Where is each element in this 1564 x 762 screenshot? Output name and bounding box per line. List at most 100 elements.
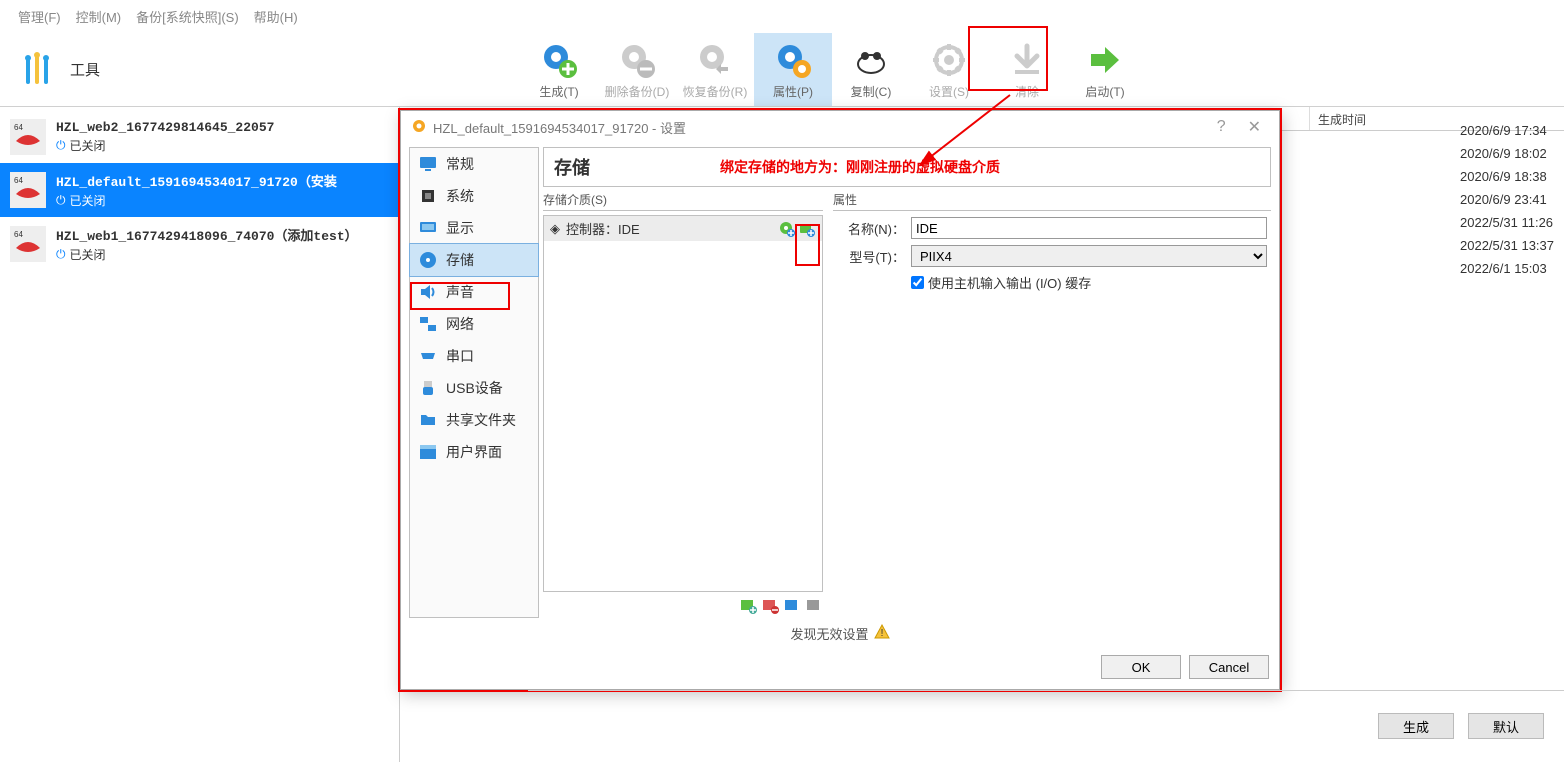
folder-icon bbox=[418, 410, 438, 430]
power-icon: ⏻ bbox=[56, 247, 66, 262]
disk-icon bbox=[418, 250, 438, 270]
tb-delete[interactable]: 删除备份(D) bbox=[598, 33, 676, 106]
svg-text:64: 64 bbox=[14, 176, 23, 185]
cat-general[interactable]: 常规 bbox=[410, 148, 538, 180]
tb-clone[interactable]: 复制(C) bbox=[832, 33, 910, 106]
speaker-icon bbox=[418, 282, 438, 302]
vm-item[interactable]: 64 HZL_web2_1677429814645_22057 ⏻ 已关闭 bbox=[0, 111, 399, 163]
menu-help[interactable]: 帮助(H) bbox=[254, 7, 298, 26]
cat-audio[interactable]: 声音 bbox=[410, 276, 538, 308]
redhat-icon: 64 bbox=[10, 119, 46, 155]
cat-ui[interactable]: 用户界面 bbox=[410, 436, 538, 468]
attributes-panel: 属性 名称(N)： 型号(T)：PIIX4 使用主机输入输出 (I/O) 缓存 bbox=[833, 191, 1271, 618]
menu-manage[interactable]: 管理(F) bbox=[18, 7, 61, 26]
svg-text:!: ! bbox=[880, 628, 883, 639]
warning-icon: ! bbox=[874, 624, 890, 643]
add-optical-icon[interactable] bbox=[778, 220, 796, 238]
remove-attachment-icon[interactable] bbox=[805, 596, 823, 614]
svg-text:64: 64 bbox=[14, 123, 23, 132]
controller-label: 控制器：IDE bbox=[566, 219, 640, 238]
storage-header: 存储 绑定存储的地方为：刚刚注册的虚拟硬盘介质 bbox=[543, 147, 1271, 187]
default-button[interactable]: 默认 bbox=[1468, 713, 1544, 739]
category-list: 常规 系统 显示 存储 声音 网络 串口 USB设备 共享文件夹 用户界面 bbox=[409, 147, 539, 618]
cat-display[interactable]: 显示 bbox=[410, 212, 538, 244]
storage-title: 存储 bbox=[554, 154, 590, 180]
time-value: 2022/5/31 11:26 bbox=[1460, 212, 1554, 234]
vm-status: 已关闭 bbox=[70, 246, 106, 263]
usb-icon bbox=[418, 378, 438, 398]
help-button[interactable]: ? bbox=[1209, 118, 1234, 136]
content-area: 存储 绑定存储的地方为：刚刚注册的虚拟硬盘介质 存储介质(S) ◈ 控制器：ID… bbox=[543, 147, 1271, 618]
cat-system[interactable]: 系统 bbox=[410, 180, 538, 212]
model-select[interactable]: PIIX4 bbox=[911, 245, 1267, 267]
vm-name: HZL_default_1591694534017_91720（安装 bbox=[56, 171, 337, 190]
toolbar-row: 工具 生成(T) 删除备份(D) 恢复备份(R) 属性(P) 复制(C) 设置(… bbox=[0, 33, 1564, 107]
ok-button[interactable]: OK bbox=[1101, 655, 1181, 679]
add-attachment-icon[interactable] bbox=[783, 596, 801, 614]
media-tree[interactable]: ◈ 控制器：IDE bbox=[543, 215, 823, 592]
cancel-button[interactable]: Cancel bbox=[1189, 655, 1269, 679]
tb-properties[interactable]: 属性(P) bbox=[754, 33, 832, 106]
vm-name: HZL_web1_1677429418096_74070（添加test） bbox=[56, 225, 358, 244]
dialog-status: 发现无效设置 ! bbox=[401, 618, 1279, 649]
ui-icon bbox=[418, 442, 438, 462]
serial-icon bbox=[418, 346, 438, 366]
dialog-title: HZL_default_1591694534017_91720 - 设置 bbox=[433, 118, 686, 137]
cat-network[interactable]: 网络 bbox=[410, 308, 538, 340]
times-column: 2020/6/9 17:34 2020/6/9 18:02 2020/6/9 1… bbox=[1460, 120, 1554, 281]
model-label: 型号(T)： bbox=[837, 247, 905, 266]
vm-status: 已关闭 bbox=[70, 192, 106, 209]
vm-item[interactable]: 64 HZL_web1_1677429418096_74070（添加test） ⏻… bbox=[0, 217, 399, 271]
time-value: 2020/6/9 18:38 bbox=[1460, 166, 1554, 188]
controller-row[interactable]: ◈ 控制器：IDE bbox=[544, 216, 822, 241]
controller-icon: ◈ bbox=[550, 221, 560, 237]
cat-usb[interactable]: USB设备 bbox=[410, 372, 538, 404]
svg-text:64: 64 bbox=[14, 230, 23, 239]
remove-controller-icon[interactable] bbox=[761, 596, 779, 614]
cache-label: 使用主机输入输出 (I/O) 缓存 bbox=[928, 273, 1091, 292]
tb-restore[interactable]: 恢复备份(R) bbox=[676, 33, 754, 106]
vm-status: 已关闭 bbox=[70, 137, 106, 154]
menu-bar: 管理(F) 控制(M) 备份[系统快照](S) 帮助(H) bbox=[0, 0, 1564, 33]
redhat-icon: 64 bbox=[10, 172, 46, 208]
tb-settings[interactable]: 设置(S) bbox=[910, 33, 988, 106]
power-icon: ⏻ bbox=[56, 193, 66, 208]
attr-label: 属性 bbox=[833, 191, 1271, 210]
media-toolbar bbox=[543, 592, 823, 618]
footer-buttons: 生成 默认 bbox=[1378, 713, 1544, 739]
menu-control[interactable]: 控制(M) bbox=[76, 7, 122, 26]
name-input[interactable] bbox=[911, 217, 1267, 239]
chip-icon bbox=[418, 186, 438, 206]
close-button[interactable]: ✕ bbox=[1240, 117, 1269, 137]
cat-storage[interactable]: 存储 bbox=[410, 244, 538, 276]
time-value: 2022/6/1 15:03 bbox=[1460, 258, 1554, 280]
media-label: 存储介质(S) bbox=[543, 191, 823, 210]
tools-section: 工具 bbox=[0, 33, 520, 106]
generate-button[interactable]: 生成 bbox=[1378, 713, 1454, 739]
menu-snapshot[interactable]: 备份[系统快照](S) bbox=[136, 7, 239, 26]
cat-shared[interactable]: 共享文件夹 bbox=[410, 404, 538, 436]
time-value: 2020/6/9 23:41 bbox=[1460, 189, 1554, 211]
cache-checkbox[interactable] bbox=[911, 276, 924, 289]
toolbar: 生成(T) 删除备份(D) 恢复备份(R) 属性(P) 复制(C) 设置(S) … bbox=[520, 33, 1144, 106]
tb-start[interactable]: 启动(T) bbox=[1066, 33, 1144, 106]
redhat-icon: 64 bbox=[10, 226, 46, 262]
vm-item-selected[interactable]: 64 HZL_default_1591694534017_91720（安装 ⏻ 已关… bbox=[0, 163, 399, 217]
dialog-buttons: OK Cancel bbox=[401, 649, 1279, 689]
vm-name: HZL_web2_1677429814645_22057 bbox=[56, 120, 274, 135]
settings-dialog: HZL_default_1591694534017_91720 - 设置 ? ✕… bbox=[400, 110, 1280, 690]
time-value: 2020/6/9 18:02 bbox=[1460, 143, 1554, 165]
tb-clear[interactable]: 清除 bbox=[988, 33, 1066, 106]
media-panel: 存储介质(S) ◈ 控制器：IDE bbox=[543, 191, 823, 618]
add-harddisk-icon[interactable] bbox=[798, 220, 816, 238]
gear-orange-icon bbox=[411, 118, 427, 137]
tools-label: 工具 bbox=[70, 59, 100, 80]
annotation-text: 绑定存储的地方为：刚刚注册的虚拟硬盘介质 bbox=[720, 157, 1000, 177]
add-controller-icon[interactable] bbox=[739, 596, 757, 614]
monitor-icon bbox=[418, 154, 438, 174]
power-icon: ⏻ bbox=[56, 138, 66, 153]
cat-serial[interactable]: 串口 bbox=[410, 340, 538, 372]
tb-new[interactable]: 生成(T) bbox=[520, 33, 598, 106]
tools-icon bbox=[20, 48, 60, 91]
time-value: 2022/5/31 13:37 bbox=[1460, 235, 1554, 257]
